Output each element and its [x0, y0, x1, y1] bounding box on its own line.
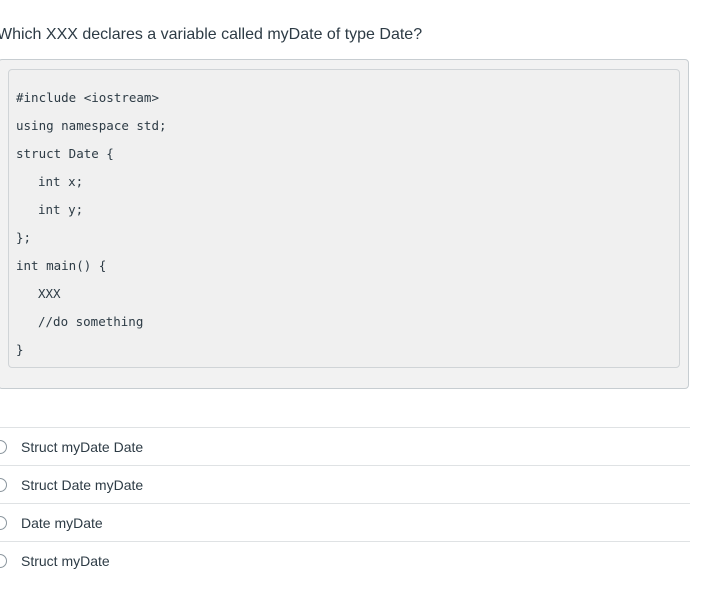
code-line: int x;	[38, 174, 84, 189]
code-line: #include <iostream>	[16, 90, 159, 105]
answer-option-1[interactable]: Struct myDate Date	[0, 427, 690, 465]
answer-options: Struct myDate Date Struct Date myDate Da…	[0, 427, 690, 579]
code-block: #include <iostream> using namespace std;…	[8, 69, 680, 368]
answer-label[interactable]: Date myDate	[21, 514, 103, 532]
radio-button[interactable]	[0, 553, 7, 568]
code-line: int main() {	[16, 258, 107, 273]
answer-option-2[interactable]: Struct Date myDate	[0, 465, 690, 503]
code-line: XXX	[38, 286, 61, 301]
answer-option-4[interactable]: Struct myDate	[0, 541, 690, 579]
code-line: struct Date {	[16, 146, 114, 161]
answer-label[interactable]: Struct myDate	[21, 552, 110, 570]
question-text: Which XXX declares a variable called myD…	[0, 26, 423, 43]
code-line: int y;	[38, 202, 84, 217]
answer-label[interactable]: Struct myDate Date	[21, 438, 143, 456]
answer-label[interactable]: Struct Date myDate	[21, 476, 143, 494]
code-line: };	[16, 230, 32, 245]
radio-button[interactable]	[0, 477, 7, 492]
code-lines: #include <iostream> using namespace std;…	[9, 84, 167, 364]
radio-button[interactable]	[0, 439, 7, 454]
code-line: }	[16, 342, 24, 357]
code-line: using namespace std;	[16, 118, 167, 133]
radio-button[interactable]	[0, 515, 7, 530]
code-block-container: #include <iostream> using namespace std;…	[0, 59, 689, 389]
code-line: //do something	[38, 314, 144, 329]
answer-option-3[interactable]: Date myDate	[0, 503, 690, 541]
